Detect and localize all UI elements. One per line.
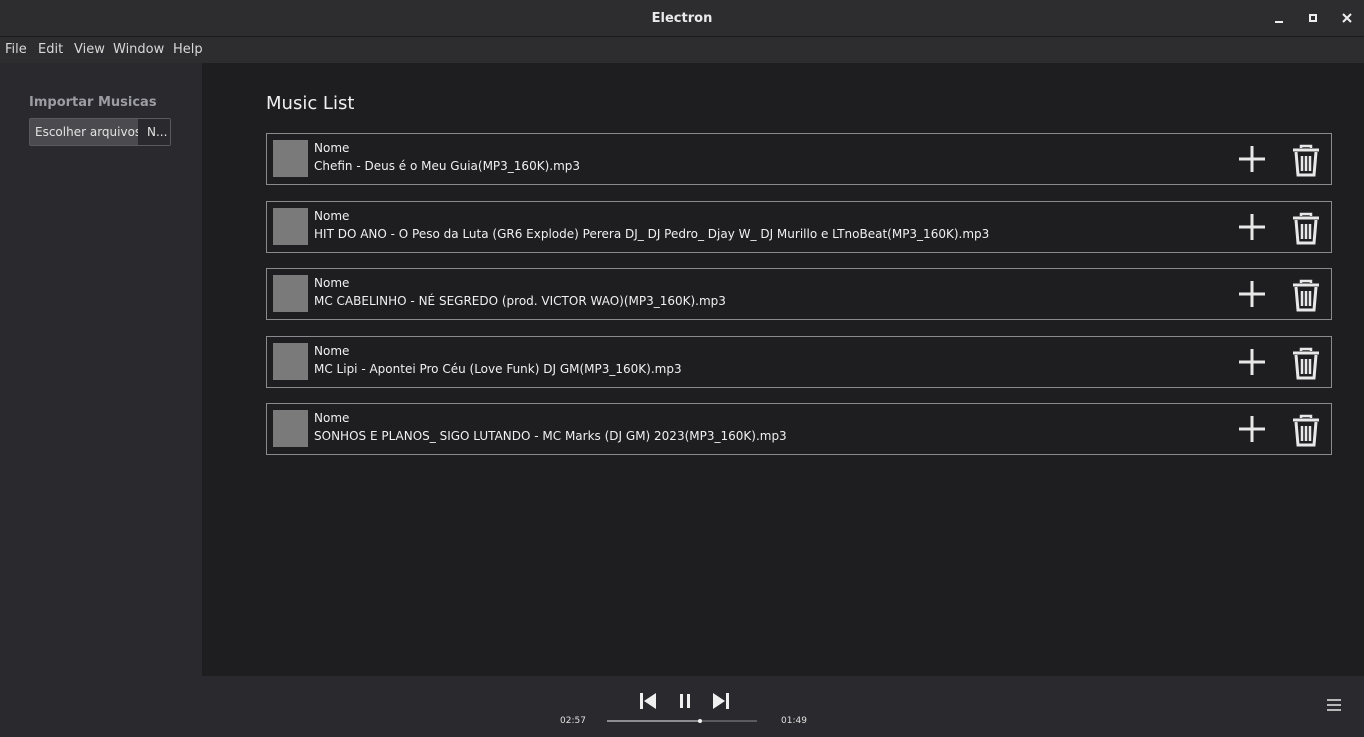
song-filename: MC Lipi - Apontei Pro Céu (Love Funk) DJ… [314,361,682,376]
song-filename: Chefin - Deus é o Meu Guia(MP3_160K).mp3 [314,159,581,173]
trash-icon[interactable] [1290,211,1322,245]
trash-icon[interactable] [1290,278,1322,312]
add-to-queue-icon[interactable] [1237,347,1267,377]
menu-edit[interactable]: Edit [38,42,63,57]
list-item: Nome Chefin - Deus é o Meu Guia(MP3_160K… [266,133,1332,185]
progress-fill [607,720,700,722]
menu-bar: File Edit View Window Help [0,37,1364,63]
trash-icon[interactable] [1290,143,1322,177]
song-thumbnail [273,342,308,380]
menu-window[interactable]: Window [113,42,164,57]
title-bar: Electron [0,0,1364,37]
choose-files-button[interactable]: Escolher arquivos [30,119,139,145]
minimize-icon[interactable] [1271,10,1287,26]
file-status-text: N... [139,119,170,145]
song-thumbnail [273,410,308,447]
pause-icon[interactable] [674,690,696,712]
maximize-icon[interactable] [1305,10,1321,26]
song-thumbnail [273,140,308,177]
menu-icon[interactable] [1325,697,1343,713]
list-item: Nome MC Lipi - Apontei Pro Céu (Love Fun… [266,335,1332,388]
list-item: Nome SONHOS E PLANOS_ SIGO LUTANDO - MC … [266,403,1332,455]
trash-icon[interactable] [1290,346,1322,380]
song-label: Nome [314,141,350,155]
remaining-time: 01:49 [781,716,807,726]
song-label: Nome [314,208,350,223]
import-heading: Importar Musicas [29,95,157,110]
close-icon[interactable] [1339,10,1355,26]
menu-file[interactable]: File [5,42,27,57]
progress-bar[interactable] [607,719,757,723]
song-thumbnail [273,275,308,312]
song-filename: MC CABELINHO - NÉ SEGREDO (prod. VICTOR … [314,294,726,308]
sidebar: Importar Musicas Escolher arquivos N... [0,63,202,676]
file-input[interactable]: Escolher arquivos N... [29,118,171,146]
song-label: Nome [314,276,350,290]
add-to-queue-icon[interactable] [1237,144,1267,174]
song-filename: SONHOS E PLANOS_ SIGO LUTANDO - MC Marks… [314,429,787,443]
menu-help[interactable]: Help [173,42,203,57]
window-title: Electron [651,11,713,26]
add-to-queue-icon[interactable] [1237,212,1267,242]
song-filename: HIT DO ANO - O Peso da Luta (GR6 Explode… [314,226,990,241]
elapsed-time: 02:57 [560,716,586,726]
song-thumbnail [273,207,308,245]
music-list: Nome Chefin - Deus é o Meu Guia(MP3_160K… [266,133,1332,471]
add-to-queue-icon[interactable] [1237,279,1267,309]
previous-icon[interactable] [637,690,659,712]
list-item: Nome HIT DO ANO - O Peso da Luta (GR6 Ex… [266,200,1332,253]
progress-knob[interactable] [698,719,702,723]
page-title: Music List [266,93,355,114]
song-label: Nome [314,411,350,425]
add-to-queue-icon[interactable] [1237,414,1267,444]
player-bar: 02:57 01:49 [0,676,1364,737]
trash-icon[interactable] [1290,413,1322,447]
song-label: Nome [314,343,350,358]
next-icon[interactable] [710,690,732,712]
list-item: Nome MC CABELINHO - NÉ SEGREDO (prod. VI… [266,268,1332,320]
menu-view[interactable]: View [74,42,105,57]
